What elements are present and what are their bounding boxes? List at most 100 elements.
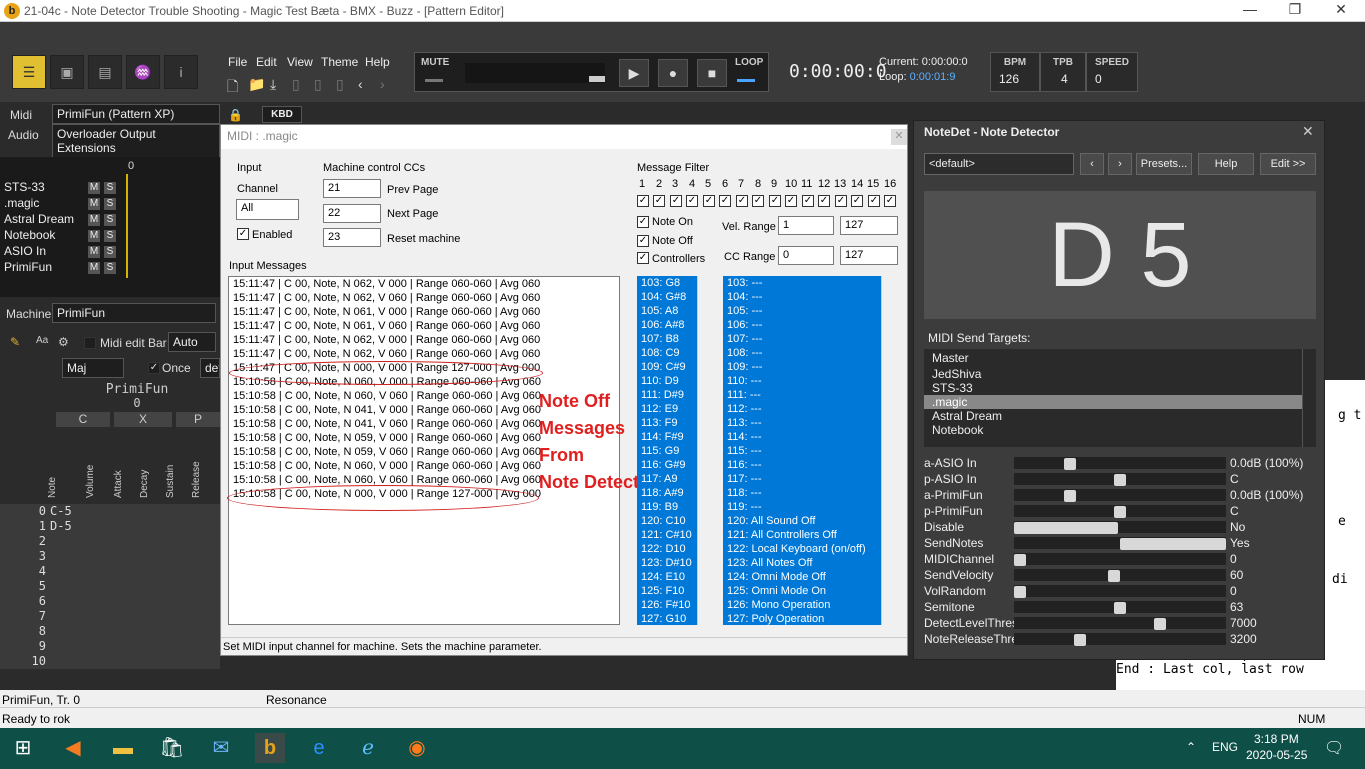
col-c[interactable]: C [56,412,110,427]
channel-4-checkbox[interactable]: ✓ [686,195,698,207]
prev-page-input[interactable]: 21 [323,179,381,198]
cc-item[interactable]: 105: --- [723,304,881,318]
cc-item[interactable]: 118: --- [723,486,881,500]
cc-list[interactable]: 103: --- 104: --- 105: --- 106: --- 107: ---… [723,276,881,625]
target-item[interactable]: STS-33 [924,381,1302,395]
param-slider-knob[interactable] [1014,554,1026,566]
channel-9-checkbox[interactable]: ✓ [769,195,781,207]
param-slider[interactable] [1014,473,1226,486]
cc-item[interactable]: 117: --- [723,472,881,486]
menu-theme[interactable]: Theme [321,55,358,69]
notification-icon[interactable]: 🗨 [1324,738,1344,758]
target-item-selected[interactable]: .magic [924,395,1302,409]
pattern-row[interactable]: 2 [2,534,218,549]
machine-row-notebook[interactable]: Notebook [4,228,55,242]
mute-button[interactable]: M [88,262,100,274]
channel-2-checkbox[interactable]: ✓ [653,195,665,207]
param-slider[interactable] [1014,569,1226,582]
param-slider-knob[interactable] [1014,586,1026,598]
pattern-row[interactable]: 0 C-5 [2,504,218,519]
next-page-input[interactable]: 22 [323,204,381,223]
cc-item[interactable]: 119: --- [723,500,881,514]
cc-min-input[interactable]: 0 [778,246,834,265]
channel-13-checkbox[interactable]: ✓ [835,195,847,207]
param-slider[interactable] [1014,601,1226,614]
solo-button[interactable]: S [104,198,116,210]
bpm-value[interactable]: 126 [999,72,1039,86]
param-slider-knob[interactable] [1074,634,1086,646]
paste-icon[interactable]: ▯ [336,76,344,93]
target-item[interactable]: JedShiva [924,367,1302,381]
param-slider-knob[interactable] [1108,570,1120,582]
machine-row-primifun[interactable]: PrimiFun [4,260,52,274]
cc-max-input[interactable]: 127 [840,246,898,265]
cc-item[interactable]: 114: --- [723,430,881,444]
cc-item[interactable]: 107: --- [723,332,881,346]
pattern-row[interactable]: 6 [2,594,218,609]
note-list-scrollbar[interactable] [697,276,715,625]
machine-row-magic[interactable]: .magic [4,196,39,210]
cc-item[interactable]: 113: --- [723,416,881,430]
ie-icon[interactable]: ℯ [353,733,383,763]
param-slider[interactable] [1014,457,1226,470]
cc-item[interactable]: 127: Poly Operation [723,612,881,625]
language-indicator[interactable]: ENG [1212,740,1238,754]
maximize-button[interactable]: ❐ [1280,1,1310,21]
cc-item[interactable]: 111: --- [723,388,881,402]
solo-button[interactable]: S [104,262,116,274]
col-x[interactable]: X [114,412,172,427]
forward-arrow-icon[interactable]: › [380,76,385,92]
cc-item[interactable]: 110: --- [723,374,881,388]
preset-select[interactable]: <default> [924,153,1074,175]
lock-icon[interactable]: 🔒 [228,108,243,122]
channel-11-checkbox[interactable]: ✓ [802,195,814,207]
midi-edit-checkbox[interactable] [84,337,96,349]
pattern-row[interactable]: 10 [2,654,218,669]
back-arrow-icon[interactable]: ‹ [358,76,363,92]
audio-select[interactable]: Overloader Output Extensions [52,124,220,158]
vel-max-input[interactable]: 127 [840,216,898,235]
tpb-value[interactable]: 4 [1061,72,1085,86]
cc-item[interactable]: 103: --- [723,276,881,290]
pattern-row[interactable]: 3 [2,549,218,564]
param-slider[interactable] [1014,489,1226,502]
channel-16-checkbox[interactable]: ✓ [884,195,896,207]
param-slider-knob[interactable] [1114,602,1126,614]
mute-button[interactable]: M [88,246,100,258]
cc-item[interactable]: 120: All Sound Off [723,514,881,528]
pattern-view-icon[interactable]: ☰ [12,55,46,89]
menu-view[interactable]: View [287,55,313,69]
scale-select[interactable]: Maj [62,358,124,378]
record-button[interactable]: ● [658,59,688,87]
machine-row-asio[interactable]: ASIO In [4,244,46,258]
channel-6-checkbox[interactable]: ✓ [719,195,731,207]
cc-item[interactable]: 124: Omni Mode Off [723,570,881,584]
mute-button[interactable]: M [88,214,100,226]
channel-15-checkbox[interactable]: ✓ [868,195,880,207]
tray-chevron-icon[interactable]: ⌃ [1186,740,1196,754]
param-slider[interactable] [1014,537,1226,550]
solo-button[interactable]: S [104,182,116,194]
cc-item[interactable]: 125: Omni Mode On [723,584,881,598]
mute-button[interactable]: M [88,230,100,242]
pattern-row[interactable]: 4 [2,564,218,579]
next-preset-icon[interactable]: › [1108,153,1132,175]
pattern-row[interactable]: 8 [2,624,218,639]
mute-button[interactable]: M [88,198,100,210]
param-slider-knob[interactable] [1064,458,1076,470]
cc-item[interactable]: 109: --- [723,360,881,374]
store-icon[interactable]: 🛍 [157,733,187,763]
solo-button[interactable]: S [104,246,116,258]
vel-min-input[interactable]: 1 [778,216,834,235]
param-slider[interactable] [1014,505,1226,518]
mute-button[interactable]: M [88,182,100,194]
once-checkbox[interactable]: ✓ [148,362,160,374]
firefox-icon[interactable]: ◉ [402,733,432,763]
open-folder-icon[interactable]: 📁 [248,76,265,93]
info-view-icon[interactable]: i [164,55,198,89]
reset-machine-input[interactable]: 23 [323,228,381,247]
target-item[interactable]: Master [924,349,1302,367]
param-slider-knob[interactable] [1114,506,1126,518]
solo-button[interactable]: S [104,230,116,242]
prev-preset-icon[interactable]: ‹ [1080,153,1104,175]
